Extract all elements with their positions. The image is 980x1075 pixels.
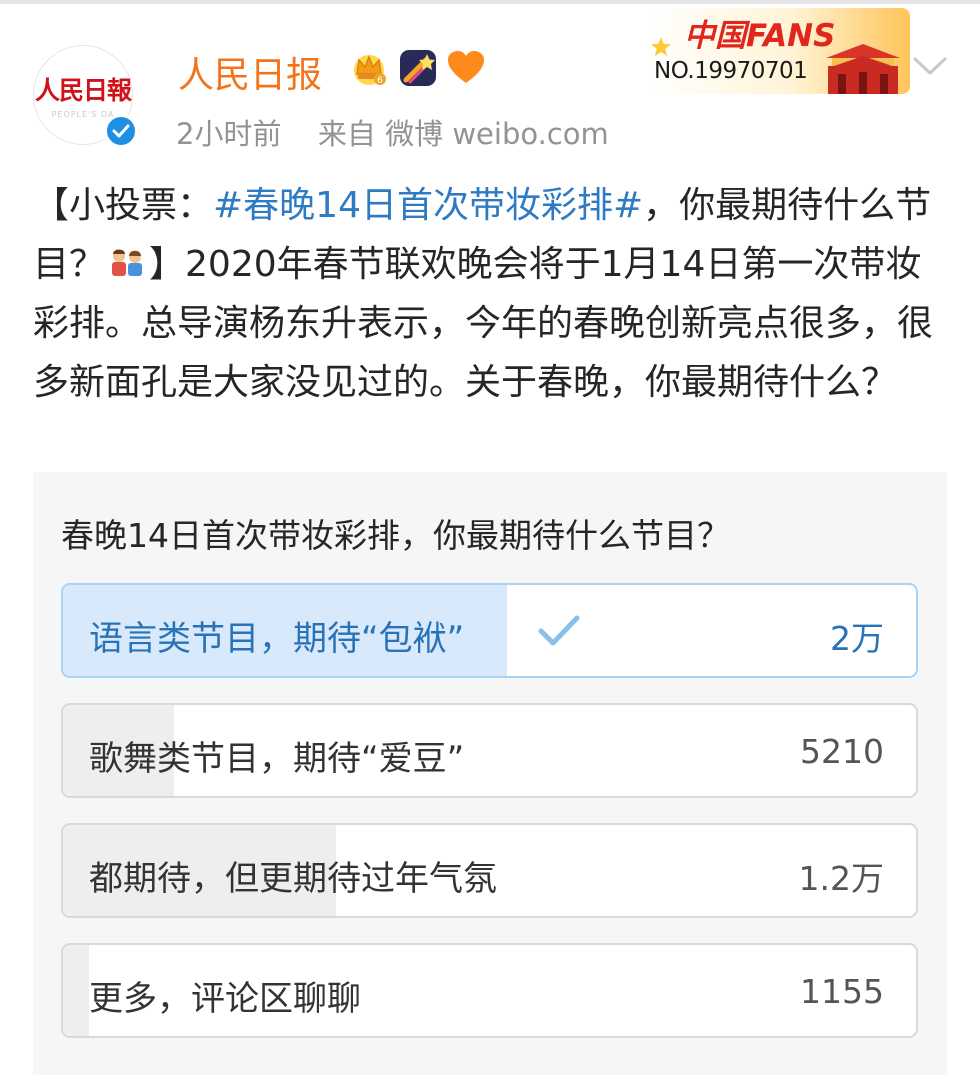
shooting-star-icon[interactable] — [398, 48, 438, 88]
poll-question: 春晚14日首次带妆彩排，你最期待什么节目？ — [61, 516, 730, 555]
poll-option-count: 5210 — [800, 732, 884, 771]
fans-title: 中国FANS — [684, 18, 836, 54]
poll-option-label: 更多，评论区聊聊 — [89, 979, 361, 1019]
post-text-suffix: 】2020年春节联欢晚会将于1月14日第一次带妆彩排。总导演杨东升表示，今年的春… — [33, 244, 934, 403]
fans-badge[interactable]: 中国FANS NO.19970701 — [648, 8, 910, 94]
avatar-subtext: PEOPLE'S DA — [51, 110, 115, 119]
fans-number: NO.19970701 — [654, 58, 808, 84]
poll-option-label: 语言类节目，期待“包袱” — [89, 619, 465, 659]
post-time: 2小时前 — [176, 117, 282, 151]
heart-icon[interactable] — [446, 48, 486, 88]
poll-card: 春晚14日首次带妆彩排，你最期待什么节目？ 语言类节目，期待“包袱” 2万 歌舞… — [33, 472, 947, 1075]
chevron-down-icon[interactable] — [912, 54, 948, 78]
poll-option-count: 1155 — [800, 972, 884, 1011]
poll-option-label: 歌舞类节目，期待“爱豆” — [89, 739, 465, 779]
tiananmen-icon — [826, 44, 900, 94]
top-divider — [0, 0, 980, 4]
poll-option[interactable]: 语言类节目，期待“包袱” 2万 — [61, 583, 918, 678]
verified-icon — [104, 114, 138, 148]
poll-option[interactable]: 歌舞类节目，期待“爱豆” 5210 — [61, 703, 918, 798]
post-meta: 2小时前 来自 微博 weibo.com — [176, 111, 609, 153]
post-text: 【小投票：#春晚14日首次带妆彩排#，你最期待什么节目？ 】2020年春节联欢晚… — [33, 176, 953, 412]
poll-option[interactable]: 都期待，但更期待过年气氛 1.2万 — [61, 823, 918, 918]
svg-text:6: 6 — [377, 76, 383, 86]
people-emoji-icon — [112, 249, 143, 276]
poll-option[interactable]: 更多，评论区聊聊 1155 — [61, 943, 918, 1038]
star-icon — [651, 37, 671, 56]
avatar-logo-text: 人民日報 — [34, 76, 132, 105]
poll-option-fill — [63, 945, 89, 1036]
post-text-prefix: 【小投票： — [33, 185, 214, 226]
poll-option-count: 1.2万 — [798, 859, 884, 898]
poll-option-label: 都期待，但更期待过年气氛 — [89, 859, 497, 899]
author-name[interactable]: 人民日报 — [178, 46, 322, 98]
hashtag-link[interactable]: #春晚14日首次带妆彩排# — [213, 185, 643, 226]
checkmark-icon — [538, 615, 580, 646]
post-source: 来自 微博 weibo.com — [317, 117, 609, 151]
crown-icon[interactable]: 6 — [349, 48, 389, 88]
poll-option-count: 2万 — [830, 619, 884, 658]
